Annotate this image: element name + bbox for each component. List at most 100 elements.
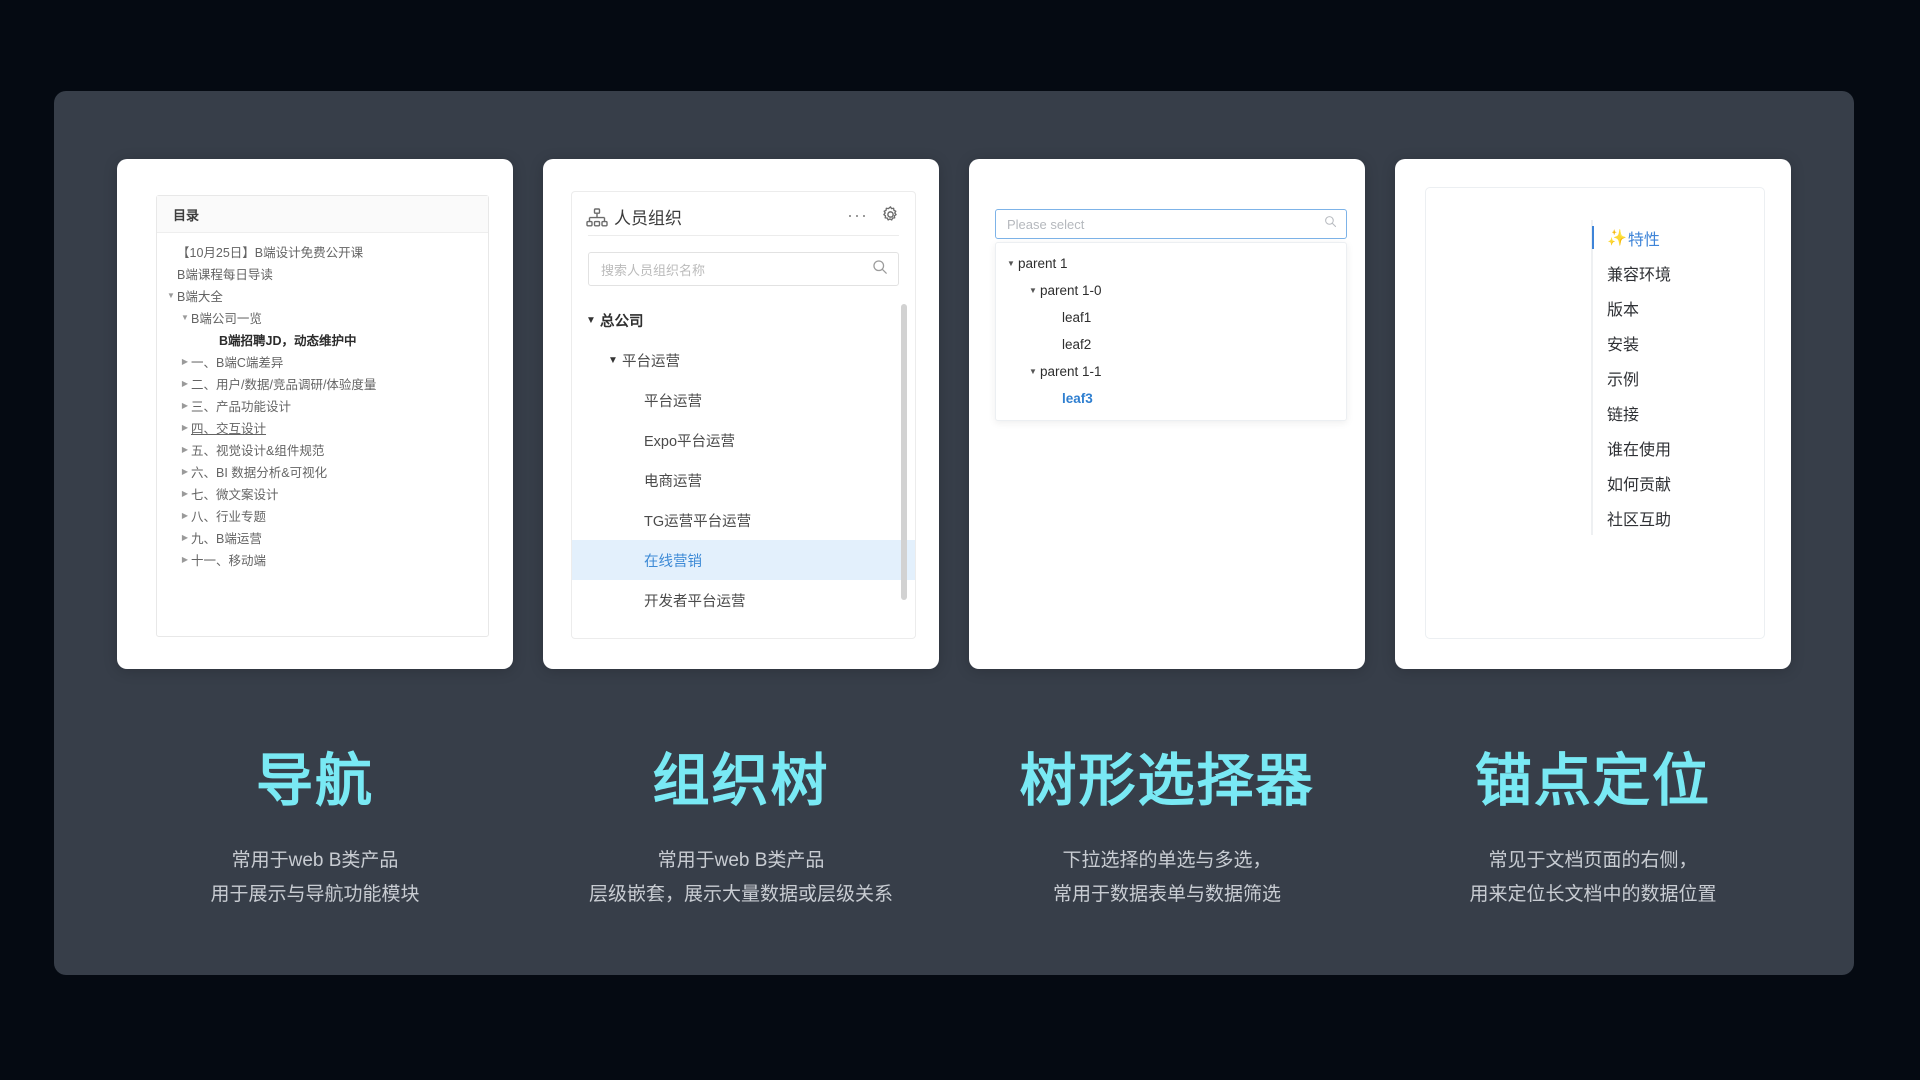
nav-tree-item-label: 三、产品功能设计: [191, 399, 292, 414]
anchor-item-active[interactable]: ✨ 特性: [1591, 220, 1671, 255]
caret-right-icon[interactable]: ▶: [179, 357, 191, 366]
tree-select-option[interactable]: leaf2: [996, 331, 1346, 358]
org-tree-item[interactable]: ▼ 平台运营: [572, 340, 915, 380]
directory-header-label: 目录: [173, 207, 200, 223]
anchor-item[interactable]: 版本: [1607, 290, 1671, 325]
org-tree-item-label: Expo平台运营: [644, 433, 736, 450]
caption-description-line: 常用于web B类产品: [657, 850, 825, 871]
anchor-item[interactable]: 如何贡献: [1607, 465, 1671, 500]
nav-tree-item[interactable]: 【10月25日】B端设计免费公开课: [157, 240, 488, 262]
org-tree-item[interactable]: TG运营平台运营: [572, 500, 915, 540]
nav-tree-item[interactable]: ▶ 七、微文案设计: [157, 482, 488, 504]
org-search-placeholder: 搜索人员组织名称: [601, 262, 706, 278]
org-title: 人员组织: [614, 209, 682, 228]
org-tree-item[interactable]: Expo平台运营: [572, 420, 915, 460]
nav-tree-item[interactable]: ▼ B端大全: [157, 284, 488, 306]
nav-tree-item-label: 八、行业专题: [191, 509, 267, 524]
org-tree: ▼ 总公司 ▼ 平台运营 平台运营 Expo平台运营 电商运营 TG运营平台运营 在线营销 开发者…: [572, 300, 915, 620]
caret-down-icon[interactable]: ▼: [1004, 259, 1018, 268]
org-tree-item-label: 在线营销: [644, 553, 702, 570]
caption-block: 树形选择器 下拉选择的单选与多选， 常用于数据表单与数据筛选: [969, 746, 1365, 912]
caret-right-icon[interactable]: ▶: [179, 533, 191, 542]
caption-description-line: 层级嵌套，展示大量数据或层级关系: [588, 884, 893, 905]
tree-select-option[interactable]: leaf1: [996, 304, 1346, 331]
caret-down-icon[interactable]: ▼: [1026, 286, 1040, 295]
caption-block: 组织树 常用于web B类产品 层级嵌套，展示大量数据或层级关系: [543, 746, 939, 912]
caret-right-icon[interactable]: ▶: [179, 379, 191, 388]
card-org-tree: 人员组织 ··· 搜索人员组织名称 ▼ 总公司 ▼ 平台运营 平台运营 Expo…: [543, 159, 939, 669]
tree-select-option[interactable]: ▼ parent 1-0: [996, 277, 1346, 304]
tree-select-dropdown: ▼ parent 1 ▼ parent 1-0 leaf1 leaf2 ▼ parent 1-…: [995, 242, 1347, 421]
org-tree-item-label: TG运营平台运营: [644, 513, 752, 530]
org-tree-item[interactable]: 开发者平台运营: [572, 580, 915, 620]
directory-header: 目录: [157, 196, 488, 233]
caret-down-icon[interactable]: ▼: [582, 315, 600, 326]
nav-tree-item-label: 【10月25日】B端设计免费公开课: [177, 245, 364, 260]
org-tree-item-label: 平台运营: [622, 353, 680, 370]
nav-tree-item[interactable]: ▶ 九、B端运营: [157, 526, 488, 548]
caret-right-icon[interactable]: ▶: [179, 423, 191, 432]
tree-select-option[interactable]: ▼ parent 1-1: [996, 358, 1346, 385]
nav-tree-item-label: 九、B端运营: [191, 531, 262, 546]
gear-icon[interactable]: [882, 206, 899, 223]
anchor-item[interactable]: 安装: [1607, 325, 1671, 360]
caret-down-icon[interactable]: ▼: [604, 355, 622, 366]
caption-title: 锚点定位: [1475, 749, 1711, 813]
nav-tree-item-label: 六、BI 数据分析&可视化: [191, 465, 328, 480]
anchor-item[interactable]: 兼容环境: [1607, 255, 1671, 290]
nav-tree-item[interactable]: ▶ 三、产品功能设计: [157, 394, 488, 416]
tree-select-option-label: parent 1-0: [1040, 283, 1102, 298]
caret-down-icon[interactable]: ▼: [165, 291, 177, 300]
nav-tree-item[interactable]: ▶ 六、BI 数据分析&可视化: [157, 460, 488, 482]
org-header-actions: ···: [847, 206, 899, 224]
org-tree-item-label: 平台运营: [644, 393, 702, 410]
org-tree-item-label: 总公司: [600, 313, 644, 330]
tree-select-option-label: leaf2: [1062, 337, 1092, 352]
tree-select-option[interactable]: ▼ parent 1: [996, 250, 1346, 277]
org-tree-item-selected[interactable]: 在线营销: [572, 540, 915, 580]
anchor-item[interactable]: 示例: [1607, 360, 1671, 395]
nav-tree-item-label: 四、交互设计: [191, 421, 267, 436]
anchor-item-label: 特性: [1627, 231, 1660, 249]
caret-right-icon[interactable]: ▶: [179, 445, 191, 454]
nav-tree-item-label: 二、用户/数据/竞品调研/体验度量: [191, 377, 377, 392]
caret-right-icon[interactable]: ▶: [179, 401, 191, 410]
anchor-item[interactable]: 谁在使用: [1607, 430, 1671, 465]
caret-right-icon[interactable]: ▶: [179, 555, 191, 564]
nav-tree-item[interactable]: ▶ 十一、移动端: [157, 548, 488, 570]
caret-right-icon[interactable]: ▶: [179, 467, 191, 476]
tree-select-input[interactable]: Please select: [995, 209, 1347, 239]
caption-block: 锚点定位常见于文档页面的右侧， 用来定位长文档中的数据位置: [1395, 746, 1791, 912]
caret-down-icon[interactable]: ▼: [1026, 367, 1040, 376]
anchor-item-label: 兼容环境: [1607, 266, 1672, 284]
caption-description: 下拉选择的单选与多选， 常用于数据表单与数据筛选: [969, 844, 1365, 912]
nav-tree-item-label: B端大全: [177, 289, 223, 304]
org-tree-item[interactable]: 平台运营: [572, 380, 915, 420]
anchor-item[interactable]: 社区互助: [1607, 500, 1671, 535]
more-options-icon[interactable]: ···: [847, 206, 868, 224]
nav-tree-item[interactable]: ▶ 一、B端C端差异: [157, 350, 488, 372]
caption-description-line: 常用于数据表单与数据筛选: [1052, 884, 1281, 905]
caret-right-icon[interactable]: ▶: [179, 489, 191, 498]
org-search-input[interactable]: 搜索人员组织名称: [588, 252, 899, 286]
nav-tree-item[interactable]: ▶ 五、视觉设计&组件规范: [157, 438, 488, 460]
nav-tree-item[interactable]: B端招聘JD，动态维护中: [157, 328, 488, 350]
org-tree-item[interactable]: ▼ 总公司: [572, 300, 915, 340]
nav-tree-item[interactable]: B端课程每日导读: [157, 262, 488, 284]
nav-tree-item[interactable]: ▶ 八、行业专题: [157, 504, 488, 526]
nav-tree-item[interactable]: ▶ 四、交互设计: [157, 416, 488, 438]
org-header: 人员组织 ···: [572, 192, 915, 231]
caption-description: 常见于文档页面的右侧， 用来定位长文档中的数据位置: [1395, 844, 1791, 912]
nav-tree-item[interactable]: ▶ 二、用户/数据/竞品调研/体验度量: [157, 372, 488, 394]
anchor-item[interactable]: 链接: [1607, 395, 1671, 430]
caret-down-icon[interactable]: ▼: [179, 313, 191, 322]
caret-right-icon[interactable]: ▶: [179, 511, 191, 520]
anchor-list: ✨ 特性兼容环境版本 安装 示例 链接 谁在使用 如何贡献 社区互助: [1591, 220, 1671, 535]
tree-select-option-selected[interactable]: leaf3: [996, 385, 1346, 412]
nav-tree-item[interactable]: ▼ B端公司一览: [157, 306, 488, 328]
sparkles-icon: ✨: [1607, 229, 1627, 247]
card-row: 目录 【10月25日】B端设计免费公开课 B端课程每日导读 ▼ B端大全 ▼ B端公司一览…: [117, 159, 1791, 669]
org-tree-item[interactable]: 电商运营: [572, 460, 915, 500]
caption-description-line: 下拉选择的单选与多选，: [1062, 850, 1272, 871]
org-scrollbar-thumb[interactable]: [901, 304, 907, 600]
